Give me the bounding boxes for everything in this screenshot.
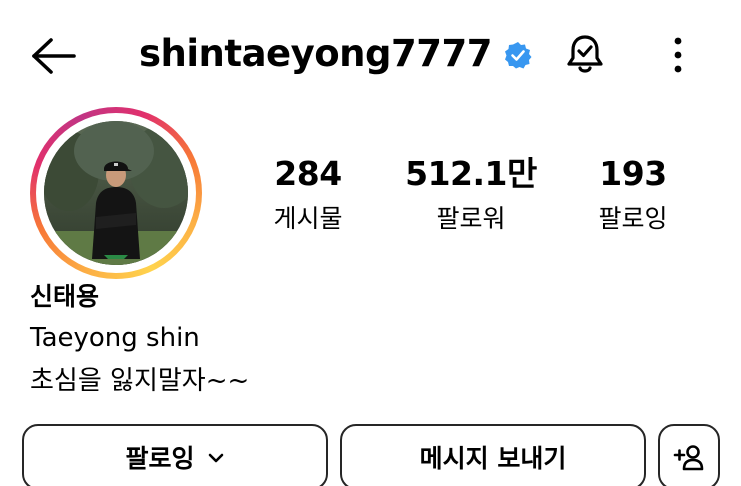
back-arrow-icon[interactable]	[30, 36, 78, 76]
posts-label: 게시물	[273, 204, 343, 233]
profile-photo	[44, 121, 188, 265]
following-button[interactable]: 팔로잉	[22, 424, 328, 486]
stat-posts[interactable]: 284 게시물	[238, 150, 378, 238]
username-header: shintaeyong7777	[139, 26, 532, 82]
message-button-label: 메시지 보내기	[419, 444, 567, 473]
followers-count: 512.1만	[405, 154, 537, 193]
full-name: 신태용	[30, 282, 100, 311]
stat-followers[interactable]: 512.1만 팔로워	[401, 150, 541, 238]
posts-count: 284	[274, 154, 342, 193]
username: shintaeyong7777	[139, 32, 492, 75]
bio-line: 초심을 잃지말자~~	[30, 366, 250, 396]
following-button-label: 팔로잉	[125, 444, 195, 473]
avatar[interactable]	[44, 121, 188, 265]
following-count: 193	[599, 154, 667, 193]
add-user-icon	[673, 445, 704, 471]
suggested-users-button[interactable]	[658, 424, 720, 486]
story-ring[interactable]	[30, 107, 202, 279]
chevron-down-icon	[208, 453, 223, 463]
bio-line: Taeyong shin	[30, 323, 200, 353]
message-button[interactable]: 메시지 보내기	[340, 424, 646, 486]
more-options-icon[interactable]	[668, 36, 688, 74]
notification-bell-icon[interactable]	[564, 33, 606, 77]
verified-badge-icon	[504, 42, 532, 69]
followers-label: 팔로워	[436, 204, 506, 233]
following-label: 팔로잉	[598, 204, 668, 233]
profile-page: shintaeyong7777 284 게시물 512.1만 팔로워 193 팔…	[0, 0, 741, 486]
stat-following[interactable]: 193 팔로잉	[563, 150, 703, 238]
